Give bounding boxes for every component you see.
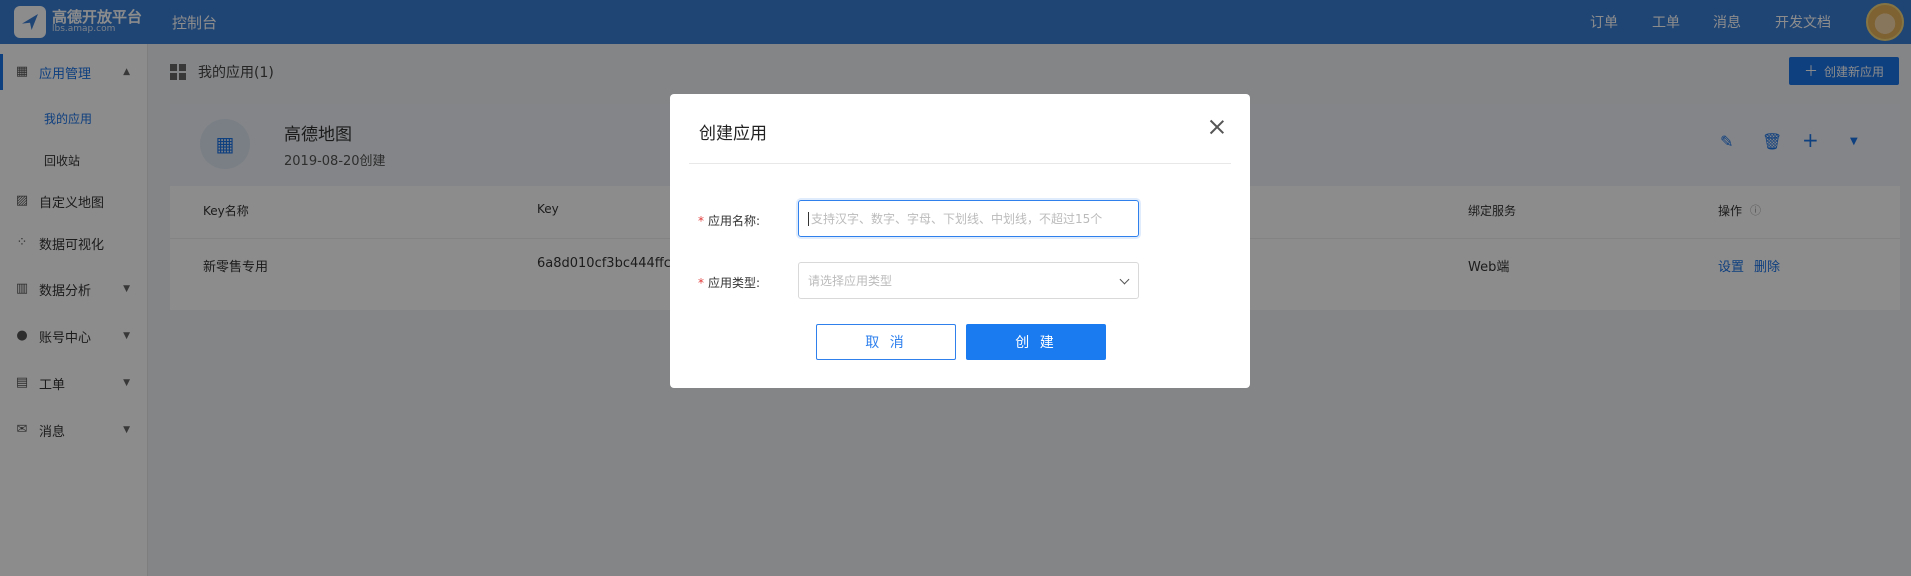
app-type-label: * 应用类型: bbox=[698, 274, 760, 291]
create-app-dialog: 创建应用 * 应用名称: 支持汉字、数字、字母、下划线、中划线，不超过15个 * 应… bbox=[670, 94, 1250, 388]
text-caret bbox=[808, 211, 809, 226]
create-button[interactable]: 创 建 bbox=[966, 324, 1106, 360]
app-type-select[interactable]: 请选择应用类型 bbox=[798, 262, 1139, 299]
app-name-input[interactable]: 支持汉字、数字、字母、下划线、中划线，不超过15个 bbox=[798, 200, 1139, 237]
app-name-placeholder: 支持汉字、数字、字母、下划线、中划线，不超过15个 bbox=[811, 212, 1103, 226]
app-type-placeholder: 请选择应用类型 bbox=[808, 274, 893, 288]
cancel-button[interactable]: 取 消 bbox=[816, 324, 956, 360]
required-marker: * bbox=[698, 214, 704, 228]
app-name-label: * 应用名称: bbox=[698, 212, 760, 229]
required-marker: * bbox=[698, 276, 704, 290]
dialog-divider bbox=[689, 163, 1231, 164]
chevron-down-icon bbox=[1119, 274, 1130, 285]
close-icon[interactable] bbox=[1206, 116, 1228, 138]
app-type-label-text: 应用类型: bbox=[708, 276, 761, 290]
dialog-title: 创建应用 bbox=[699, 124, 767, 144]
app-name-label-text: 应用名称: bbox=[708, 214, 761, 228]
